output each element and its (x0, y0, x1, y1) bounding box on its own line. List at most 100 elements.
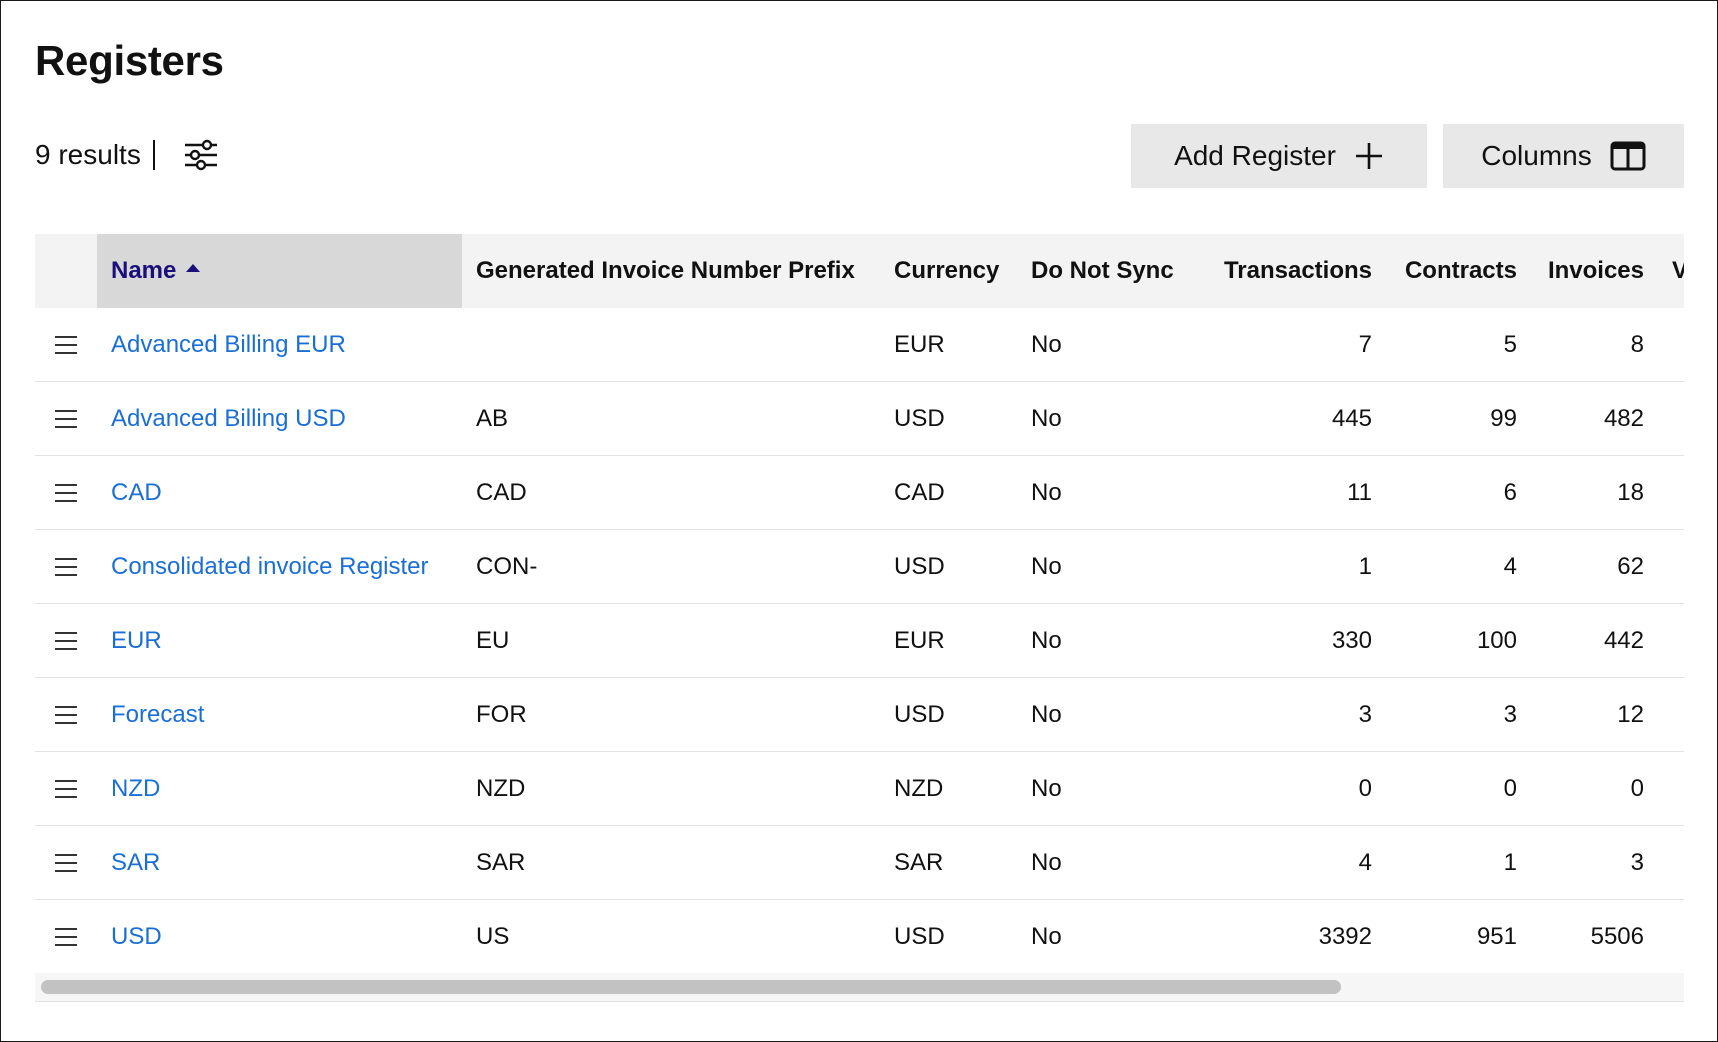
drag-handle-line (55, 410, 77, 413)
drag-handle-line (55, 780, 77, 783)
cell-do-not-sync: No (1017, 751, 1190, 826)
drag-handle-line (55, 558, 77, 561)
cell-transactions: 330 (1190, 603, 1372, 678)
register-name-link[interactable]: SAR (111, 849, 160, 876)
register-name-link[interactable]: EUR (111, 627, 162, 654)
drag-handle-line (55, 862, 77, 865)
drag-handle-line (55, 484, 77, 487)
table-row[interactable]: Consolidated invoice Register CON- USD No 1 4… (35, 529, 1684, 604)
header-ve[interactable]: Ve (1644, 234, 1684, 308)
drag-handle-line (55, 418, 77, 421)
drag-handle-icon[interactable] (55, 484, 77, 503)
drag-handle-icon[interactable] (55, 780, 77, 799)
drag-handle-cell (35, 603, 97, 678)
columns-icon (1610, 141, 1646, 171)
filter-button[interactable] (181, 135, 221, 175)
cell-currency: NZD (880, 751, 1017, 826)
table-row[interactable]: SAR SAR SAR No 4 1 3 (35, 825, 1684, 900)
register-name-link[interactable]: CAD (111, 479, 162, 506)
cell-contracts: 4 (1372, 529, 1517, 604)
cell-do-not-sync: No (1017, 381, 1190, 456)
registers-table-container: Name Generated Invoice Number Prefix Cur… (35, 234, 1684, 1001)
table-row[interactable]: Forecast FOR USD No 3 3 12 (35, 677, 1684, 752)
cell-transactions: 445 (1190, 381, 1372, 456)
table-row[interactable]: EUR EU EUR No 330 100 442 (35, 603, 1684, 678)
header-invoice-prefix[interactable]: Generated Invoice Number Prefix (462, 234, 880, 308)
table-row[interactable]: Advanced Billing USD AB USD No 445 99 482 (35, 381, 1684, 456)
table-body: Advanced Billing EUR EUR No 7 5 8 Advanced Bil… (35, 308, 1684, 974)
header-name-label: Name (111, 257, 177, 284)
cell-invoices: 12 (1517, 677, 1644, 752)
drag-handle-line (55, 640, 77, 643)
drag-handle-line (55, 352, 77, 355)
cell-invoices: 62 (1517, 529, 1644, 604)
cell-transactions: 11 (1190, 455, 1372, 530)
cell-invoices: 3 (1517, 825, 1644, 900)
header-contracts[interactable]: Contracts (1372, 234, 1517, 308)
drag-handle-line (55, 566, 77, 569)
drag-handle-icon[interactable] (55, 632, 77, 651)
register-name-link[interactable]: Consolidated invoice Register (111, 553, 429, 580)
drag-handle-line (55, 788, 77, 791)
drag-handle-line (55, 574, 77, 577)
cell-ve (1644, 677, 1684, 752)
register-name-link[interactable]: Advanced Billing USD (111, 405, 346, 432)
header-do-not-sync[interactable]: Do Not Sync (1017, 234, 1190, 308)
header-invoices[interactable]: Invoices (1517, 234, 1644, 308)
cell-name: NZD (97, 751, 462, 826)
drag-handle-line (55, 936, 77, 939)
cell-name: Forecast (97, 677, 462, 752)
cell-invoices: 442 (1517, 603, 1644, 678)
drag-handle-icon[interactable] (55, 558, 77, 577)
cell-do-not-sync: No (1017, 308, 1190, 382)
drag-handle-icon[interactable] (55, 928, 77, 947)
drag-handle-icon[interactable] (55, 410, 77, 429)
scrollbar-thumb[interactable] (41, 980, 1341, 994)
cell-currency: SAR (880, 825, 1017, 900)
drag-handle-icon[interactable] (55, 854, 77, 873)
table-row[interactable]: CAD CAD CAD No 11 6 18 (35, 455, 1684, 530)
drag-handle-line (55, 648, 77, 651)
cell-currency: EUR (880, 308, 1017, 382)
register-name-link[interactable]: USD (111, 923, 162, 950)
cell-ve (1644, 899, 1684, 974)
header-name[interactable]: Name (97, 234, 462, 308)
header-currency[interactable]: Currency (880, 234, 1017, 308)
table-row[interactable]: USD US USD No 3392 951 5506 (35, 899, 1684, 974)
results-bar: 9 results (35, 135, 221, 175)
horizontal-scrollbar[interactable] (35, 973, 1684, 1002)
header-transactions[interactable]: Transactions (1190, 234, 1372, 308)
table-row[interactable]: NZD NZD NZD No 0 0 0 (35, 751, 1684, 826)
cell-invoice-prefix: AB (462, 381, 880, 456)
drag-handle-icon[interactable] (55, 336, 77, 355)
cell-invoice-prefix: CAD (462, 455, 880, 530)
columns-label: Columns (1481, 140, 1592, 171)
table-header-row: Name Generated Invoice Number Prefix Cur… (35, 234, 1684, 308)
drag-handle-line (55, 944, 77, 947)
register-name-link[interactable]: Advanced Billing EUR (111, 331, 346, 358)
cell-ve (1644, 825, 1684, 900)
add-register-label: Add Register (1174, 140, 1336, 171)
cell-transactions: 1 (1190, 529, 1372, 604)
drag-handle-cell (35, 751, 97, 826)
drag-handle-line (55, 870, 77, 873)
drag-handle-cell (35, 677, 97, 752)
sort-ascending-icon (186, 264, 201, 272)
cell-name: SAR (97, 825, 462, 900)
cell-currency: USD (880, 529, 1017, 604)
cell-invoice-prefix (462, 308, 880, 382)
cell-name: Consolidated invoice Register (97, 529, 462, 604)
table-row[interactable]: Advanced Billing EUR EUR No 7 5 8 (35, 308, 1684, 382)
drag-handle-icon[interactable] (55, 706, 77, 725)
drag-handle-line (55, 426, 77, 429)
drag-handle-cell (35, 455, 97, 530)
drag-handle-line (55, 632, 77, 635)
results-count: 9 results (35, 139, 141, 170)
register-name-link[interactable]: Forecast (111, 701, 204, 728)
add-register-button[interactable]: Add Register (1131, 124, 1427, 188)
register-name-link[interactable]: NZD (111, 775, 160, 802)
columns-button[interactable]: Columns (1443, 124, 1684, 188)
cell-currency: EUR (880, 603, 1017, 678)
cell-contracts: 0 (1372, 751, 1517, 826)
cell-ve (1644, 308, 1684, 382)
